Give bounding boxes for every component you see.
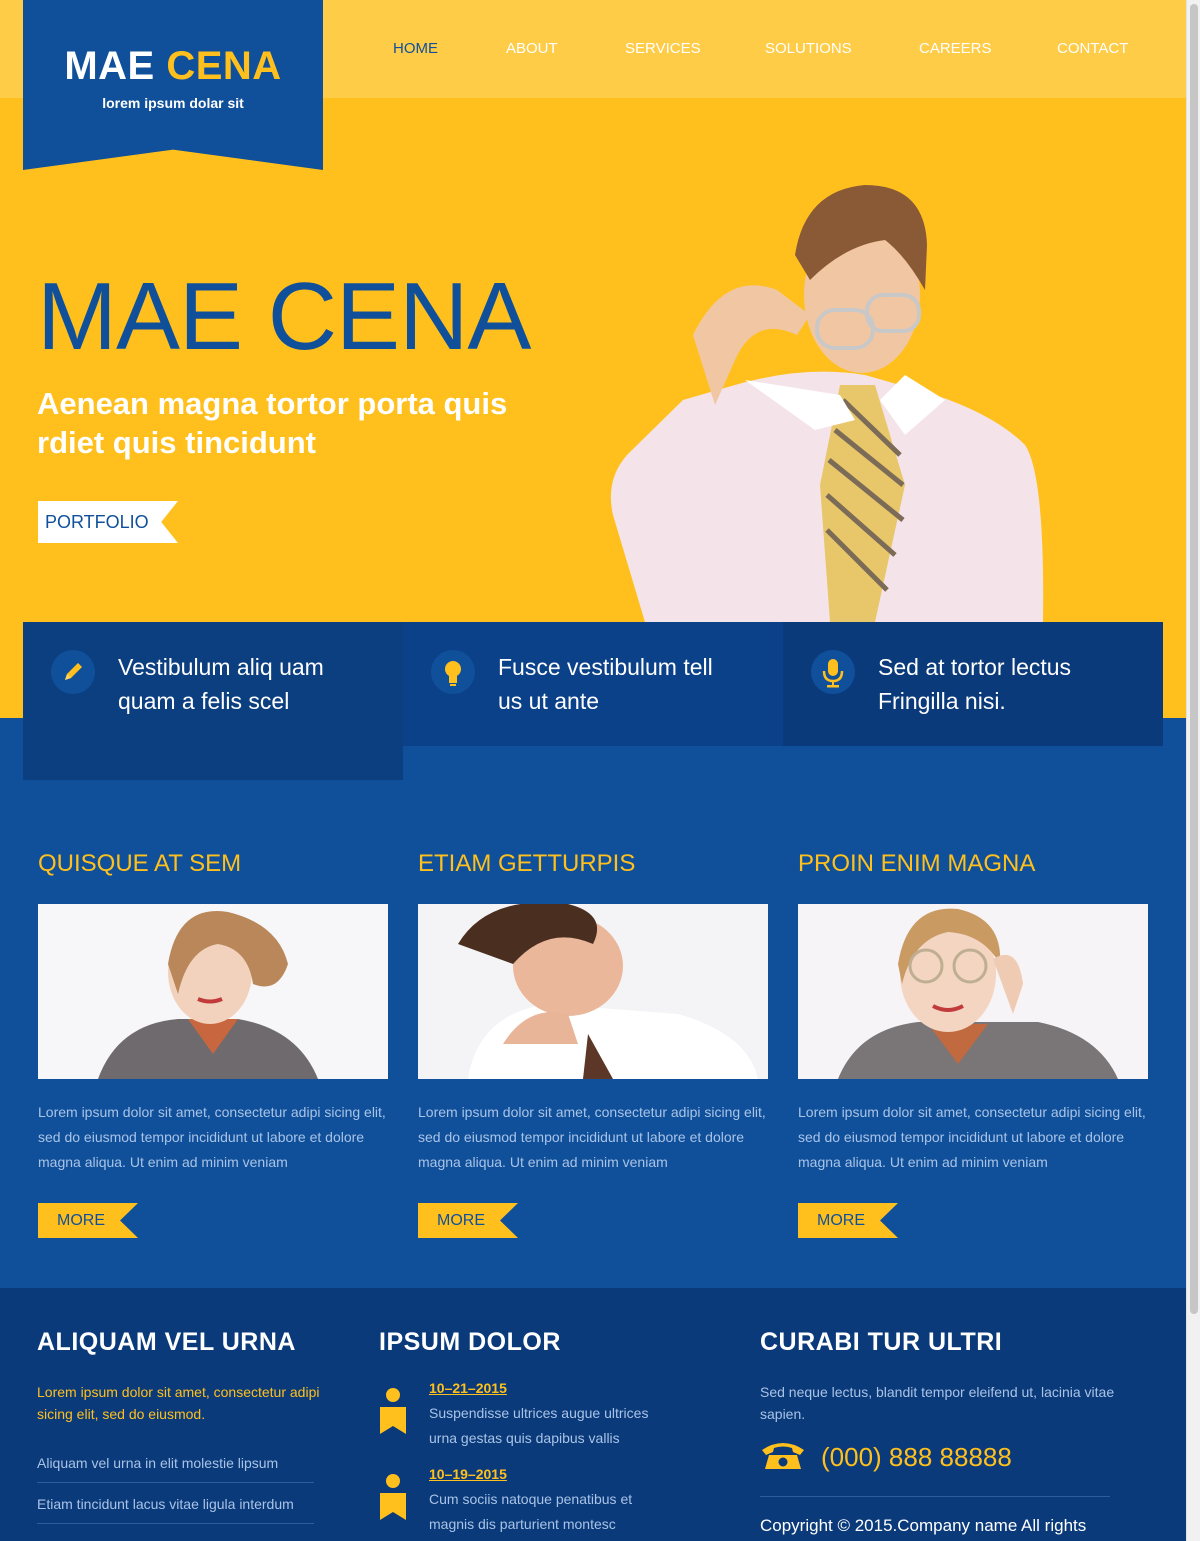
pencil-icon — [51, 650, 95, 694]
logo-word-1: MAE — [64, 44, 155, 88]
bookmark-icon — [380, 1474, 406, 1520]
nav-services[interactable]: SERVICES — [625, 40, 701, 57]
logo-tagline: lorem ipsum dolar sit — [102, 95, 244, 111]
footer-contact-text: Sed neque lectus, blandit tempor eleifen… — [760, 1384, 1115, 1422]
hero-title: MAE CENA — [37, 263, 531, 370]
main-nav: HOME ABOUT SERVICES SOLUTIONS CAREERS CO… — [360, 40, 1160, 62]
content-column-3: PROIN ENIM MAGNA Lorem ipsum dolor sit a… — [798, 850, 1148, 1238]
column-text: Lorem ipsum dolor sit amet, consectetur … — [38, 1104, 386, 1170]
nav-solutions[interactable]: SOLUTIONS — [765, 40, 852, 57]
footer: ALIQUAM VEL URNA Lorem ipsum dolor sit a… — [0, 1288, 1186, 1541]
footer-link-2[interactable]: Etiam tincidunt lacus vitae ligula inter… — [37, 1496, 314, 1524]
footer-link-1[interactable]: Aliquam vel urna in elit molestie lipsum — [37, 1455, 314, 1483]
phone-icon — [762, 1443, 804, 1469]
logo-word-2: CENA — [166, 44, 282, 88]
copyright-text: Copyright © 2015.Company name All rights — [760, 1516, 1087, 1535]
microphone-icon — [811, 650, 855, 694]
feature-box-2: Fusce vestibulum tell us ut ante — [403, 622, 783, 746]
portfolio-button[interactable]: PORTFOLIO — [38, 501, 178, 543]
footer-title-1: ALIQUAM VEL URNA — [37, 1328, 296, 1356]
lightbulb-icon — [431, 650, 475, 694]
content-column-2: ETIAM GETTURPIS Lorem ipsum dolor sit am… — [418, 850, 768, 1238]
page: MAE CENA lorem ipsum dolar sit HOME ABOU… — [0, 0, 1186, 1541]
column-text: Lorem ipsum dolor sit amet, consectetur … — [418, 1104, 766, 1170]
footer-intro: Lorem ipsum dolor sit amet, consectetur … — [37, 1384, 320, 1422]
divider — [760, 1496, 1110, 1497]
feature-text: Fusce vestibulum tell us ut ante — [498, 654, 713, 714]
nav-contact[interactable]: CONTACT — [1057, 40, 1128, 57]
column-text: Lorem ipsum dolor sit amet, consectetur … — [798, 1104, 1146, 1170]
event-date[interactable]: 10–19–2015 — [429, 1466, 507, 1482]
phone-number[interactable]: (000) 888 88888 — [821, 1442, 1012, 1473]
nav-about[interactable]: ABOUT — [506, 40, 558, 57]
column-title: PROIN ENIM MAGNA — [798, 850, 1036, 877]
column-title: ETIAM GETTURPIS — [418, 850, 636, 877]
hero-subtitle: Aenean magna tortor porta quis rdiet qui… — [37, 386, 508, 460]
logo-title: MAE CENA — [23, 44, 323, 89]
feature-text: Sed at tortor lectus Fringilla nisi. — [878, 654, 1072, 714]
feature-text: Vestibulum aliq uam quam a felis scel — [118, 654, 324, 714]
column-title: QUISQUE AT SEM — [38, 850, 242, 877]
businesswoman-glasses-photo — [798, 904, 1148, 1079]
event-text: Cum sociis natoque penatibus et magnis d… — [429, 1491, 633, 1532]
content-column-1: QUISQUE AT SEM Lorem ipsum dolor sit ame… — [38, 850, 388, 1238]
businessman-photo — [418, 904, 768, 1079]
feature-box-3: Sed at tortor lectus Fringilla nisi. — [783, 622, 1163, 746]
scrollbar-thumb[interactable] — [1190, 4, 1198, 1314]
vertical-scrollbar[interactable] — [1186, 0, 1200, 1541]
footer-title-3: CURABI TUR ULTRI — [760, 1328, 1003, 1356]
feature-box-1: Vestibulum aliq uam quam a felis scel — [23, 622, 403, 780]
bookmark-icon — [380, 1388, 406, 1434]
event-text: Suspendisse ultrices augue ultrices urna… — [429, 1405, 649, 1446]
hero-businessman-image — [610, 185, 1044, 622]
logo[interactable]: MAE CENA lorem ipsum dolar sit — [23, 0, 323, 170]
nav-careers[interactable]: CAREERS — [919, 40, 992, 57]
event-date[interactable]: 10–21–2015 — [429, 1380, 507, 1396]
businesswoman-photo — [38, 904, 388, 1079]
nav-home[interactable]: HOME — [393, 40, 438, 57]
footer-title-2: IPSUM DOLOR — [379, 1328, 561, 1356]
